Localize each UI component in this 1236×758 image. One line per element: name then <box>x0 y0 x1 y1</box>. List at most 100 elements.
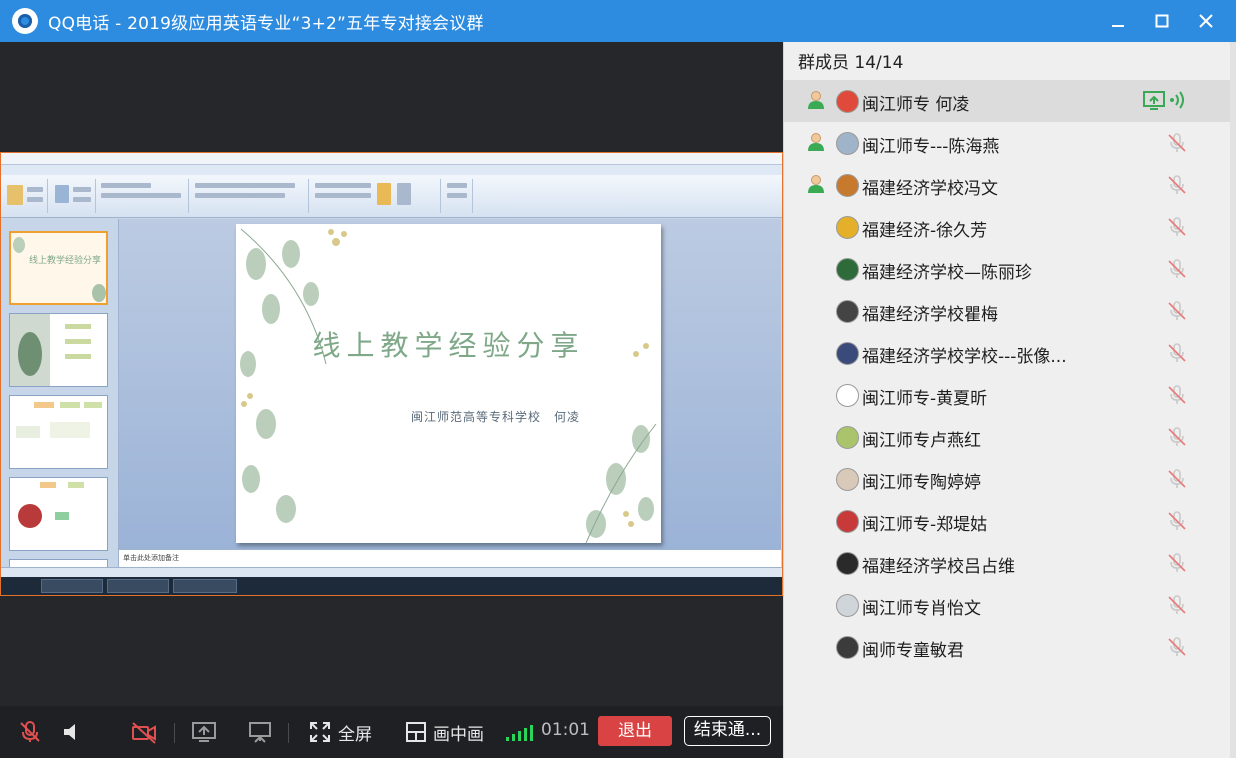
mic-toggle-button[interactable] <box>16 720 44 744</box>
admin-person-icon <box>806 174 826 194</box>
avatar[interactable] <box>836 342 859 365</box>
avatar[interactable] <box>836 468 859 491</box>
member-scrollbar[interactable] <box>1230 42 1236 758</box>
avatar[interactable] <box>836 510 859 533</box>
camera-off-icon <box>132 722 156 744</box>
avatar[interactable] <box>836 636 859 659</box>
ppt-ribbon-tabs <box>1 165 782 175</box>
mic-muted-icon <box>1166 510 1188 532</box>
member-name: 闽江师专-黄夏昕 <box>862 389 988 409</box>
slide-title: 线上教学经验分享 <box>312 329 585 362</box>
member-row[interactable]: 福建经济学校瞿梅 <box>784 290 1231 332</box>
avatar[interactable] <box>836 258 859 281</box>
share-screen-icon <box>192 722 216 742</box>
close-icon <box>1199 14 1213 28</box>
member-name: 福建经济学校冯文 <box>862 179 998 199</box>
mic-muted-icon <box>1166 552 1188 574</box>
minimize-button[interactable] <box>1096 0 1140 42</box>
member-row[interactable]: 闽师专童敏君 <box>784 626 1231 668</box>
windows-taskbar <box>1 577 782 595</box>
eucalyptus-decoration <box>240 228 657 543</box>
slide-thumbnail[interactable]: 线上教学经验分享 <box>9 231 108 305</box>
member-row[interactable]: 闽江师专肖怡文 <box>784 584 1231 626</box>
mic-muted-icon <box>1166 468 1188 490</box>
member-name: 闽江师专卢燕红 <box>862 431 981 451</box>
exit-button[interactable]: 退出 <box>598 716 672 746</box>
title-bar: QQ电话 - 2019级应用英语专业“3+2”五年专对接会议群 <box>0 0 1236 42</box>
ppt-ribbon <box>1 175 782 218</box>
pip-label[interactable]: 画中画 <box>433 720 484 745</box>
avatar[interactable] <box>836 174 859 197</box>
camera-toggle-button[interactable] <box>130 720 158 744</box>
video-area: 线上教学经验分享 线上教学经验分享 闽江师范高等专科学校 何凌 单击此处添加备注 <box>0 42 783 706</box>
mic-muted-icon <box>1166 174 1188 196</box>
member-row[interactable]: 闽江师专 何凌 <box>784 80 1231 122</box>
avatar[interactable] <box>836 594 859 617</box>
mic-muted-icon <box>1166 426 1188 448</box>
window-title: QQ电话 - 2019级应用英语专业“3+2”五年专对接会议群 <box>48 13 484 34</box>
avatar[interactable] <box>836 216 859 239</box>
admin-person-icon <box>806 90 826 110</box>
mic-muted-icon <box>1166 636 1188 658</box>
member-name: 闽江师专陶婷婷 <box>862 473 981 493</box>
mic-muted-icon <box>1166 594 1188 616</box>
member-row[interactable]: 闽江师专---陈海燕 <box>784 122 1231 164</box>
member-row[interactable]: 福建经济学校—陈丽珍 <box>784 248 1231 290</box>
speaker-button[interactable] <box>58 720 86 744</box>
member-name: 闽江师专-郑堤姑 <box>862 515 988 535</box>
shared-screen: 线上教学经验分享 线上教学经验分享 闽江师范高等专科学校 何凌 单击此处添加备注 <box>0 152 783 596</box>
call-toolbar: 全屏 画中画 01:01 退出 结束通... <box>0 706 783 758</box>
avatar[interactable] <box>836 384 859 407</box>
ppt-statusbar <box>1 567 782 577</box>
call-timer: 01:01 <box>541 720 590 740</box>
member-row[interactable]: 福建经济学校吕占维 <box>784 542 1231 584</box>
svg-text:线上教学经验分享: 线上教学经验分享 <box>29 254 101 266</box>
member-row[interactable]: 福建经济学校冯文 <box>784 164 1231 206</box>
member-name: 闽江师专肖怡文 <box>862 599 981 619</box>
signal-strength-icon <box>506 725 533 741</box>
maximize-button[interactable] <box>1140 0 1184 42</box>
member-row[interactable]: 闽江师专陶婷婷 <box>784 458 1231 500</box>
mic-muted-icon <box>1166 258 1188 280</box>
member-name: 福建经济学校学校---张像... <box>862 347 1067 367</box>
slide-thumbnail[interactable] <box>9 477 108 551</box>
member-row[interactable]: 福建经济-徐久芳 <box>784 206 1231 248</box>
avatar[interactable] <box>836 90 859 113</box>
presentation-icon <box>249 722 271 743</box>
maximize-icon <box>1155 14 1169 28</box>
ppt-editing-canvas: 线上教学经验分享 闽江师范高等专科学校 何凌 <box>119 219 781 549</box>
member-row[interactable]: 福建经济学校学校---张像... <box>784 332 1231 374</box>
member-name: 福建经济学校吕占维 <box>862 557 1015 577</box>
qq-logo-icon <box>12 8 38 34</box>
member-row[interactable]: 闽江师专-黄夏昕 <box>784 374 1231 416</box>
member-name: 福建经济-徐久芳 <box>862 221 988 241</box>
slide-thumbnail[interactable] <box>9 395 108 469</box>
share-screen-button[interactable] <box>190 720 218 744</box>
member-row[interactable]: 闽江师专卢燕红 <box>784 416 1231 458</box>
mic-muted-icon <box>1166 342 1188 364</box>
avatar[interactable] <box>836 426 859 449</box>
fullscreen-label[interactable]: 全屏 <box>338 720 372 745</box>
avatar[interactable] <box>836 300 859 323</box>
end-call-button[interactable]: 结束通... <box>684 716 771 746</box>
fullscreen-button[interactable] <box>306 720 334 744</box>
pip-button[interactable] <box>402 720 430 744</box>
mic-muted-icon <box>1166 300 1188 322</box>
member-name: 闽江师专 何凌 <box>862 95 970 115</box>
member-name: 福建经济学校瞿梅 <box>862 305 998 325</box>
member-panel: 群成员 14/14 闽江师专 何凌 闽江师专---陈海燕 福建经济学校冯文 福建经济-… <box>783 42 1236 758</box>
avatar[interactable] <box>836 132 859 155</box>
screen-sharing-icon <box>1142 89 1168 111</box>
picture-in-picture-icon <box>406 722 426 742</box>
ppt-slide-panel: 线上教学经验分享 <box>1 219 119 585</box>
ppt-titlebar <box>1 153 782 165</box>
slide-subtitle: 闽江师范高等专科学校 何凌 <box>411 410 581 424</box>
member-row[interactable]: 闽江师专-郑堤姑 <box>784 500 1231 542</box>
signal-indicator <box>504 720 534 744</box>
member-name: 闽师专童敏君 <box>862 641 964 661</box>
whiteboard-button[interactable] <box>246 720 274 744</box>
avatar[interactable] <box>836 552 859 575</box>
speaker-icon <box>64 724 75 740</box>
slide-thumbnail[interactable] <box>9 313 108 387</box>
close-button[interactable] <box>1184 0 1228 42</box>
